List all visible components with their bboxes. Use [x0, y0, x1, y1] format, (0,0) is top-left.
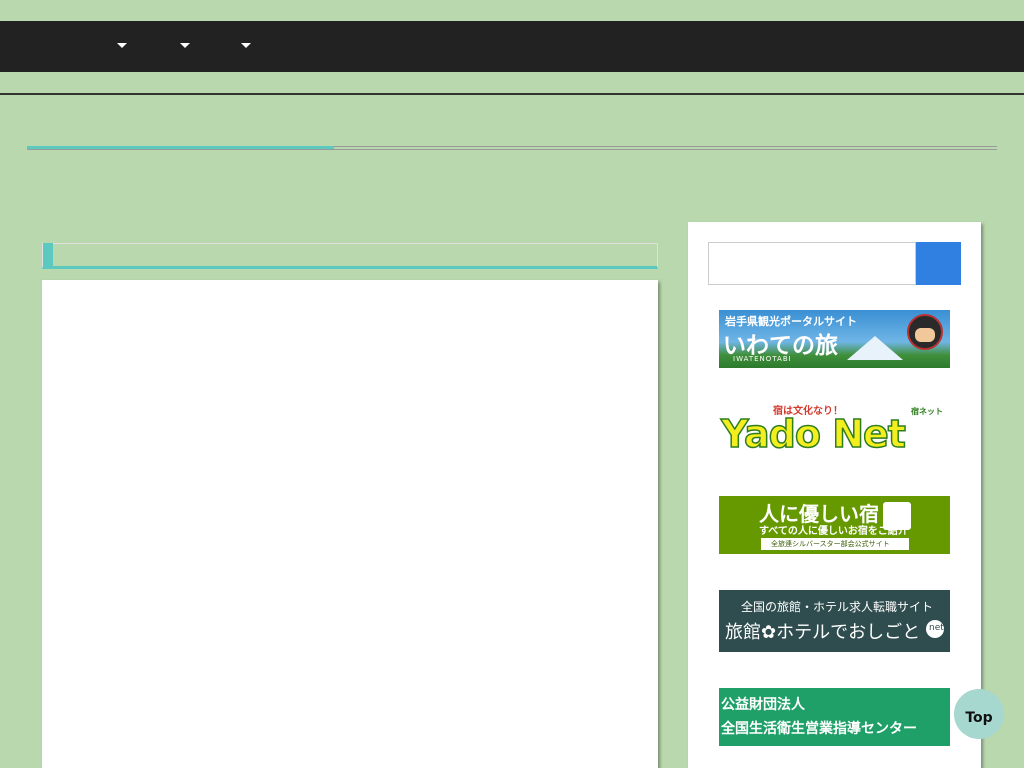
- back-to-top-button[interactable]: Top: [954, 689, 1004, 739]
- banner-center-line2: 全国生活衛生営業指導センター: [721, 721, 917, 737]
- nav-item-2-caret-down-icon[interactable]: [180, 43, 190, 48]
- sidebar: 岩手県観光ポータルサイト いわての旅 IWATENOTABI 宿は文化なり！ Y…: [688, 222, 981, 768]
- banner-center-line1: 公益財団法人: [721, 697, 805, 713]
- banner-oshigoto-tagline: 全国の旅館・ホテル求人転職サイト: [741, 600, 934, 614]
- mountain-graphic: [847, 336, 903, 360]
- main-content-panel: [42, 280, 658, 768]
- banner-oshigoto-title: 旅館✿ホテルでおしごと: [725, 622, 921, 643]
- banner-iwatenotabi-subtitle: IWATENOTABI: [733, 355, 792, 363]
- banner-ryokan-oshigoto[interactable]: 全国の旅館・ホテル求人転職サイト 旅館✿ホテルでおしごと net: [719, 590, 950, 652]
- banner-yadonet-kana: 宿ネット: [911, 407, 943, 416]
- top-navigation-bar: [0, 21, 1024, 72]
- banner-seiei-center[interactable]: 公益財団法人 全国生活衛生営業指導センター: [719, 688, 950, 746]
- search-button[interactable]: [916, 242, 961, 285]
- banner-iwatenotabi[interactable]: 岩手県観光ポータルサイト いわての旅 IWATENOTABI: [719, 310, 950, 368]
- banner-yadonet[interactable]: 宿は文化なり！ Yado Net 宿ネット: [719, 402, 950, 464]
- search-input[interactable]: [708, 242, 916, 285]
- banner-yadonet-logo: Yado Net: [720, 411, 906, 457]
- net-badge-label: net: [929, 623, 944, 633]
- nav-item-1-caret-down-icon[interactable]: [117, 43, 127, 48]
- banner-yasashii-subtitle: すべての人に優しいお宿をご紹介: [759, 526, 908, 537]
- banner-hito-ni-yasashii-yado[interactable]: 人に優しい宿 すべての人に優しいお宿をご紹介 全旅連シルバースター部会公式サイト: [719, 496, 950, 554]
- banner-yasashii-footer: 全旅連シルバースター部会公式サイト: [771, 540, 890, 548]
- header-divider: [0, 93, 1024, 95]
- section-heading: [42, 243, 658, 269]
- mascot-face-graphic: [915, 328, 935, 342]
- section-heading-marker: [43, 243, 53, 268]
- nav-item-3-caret-down-icon[interactable]: [241, 43, 251, 48]
- page-title-accent-line: [27, 146, 334, 149]
